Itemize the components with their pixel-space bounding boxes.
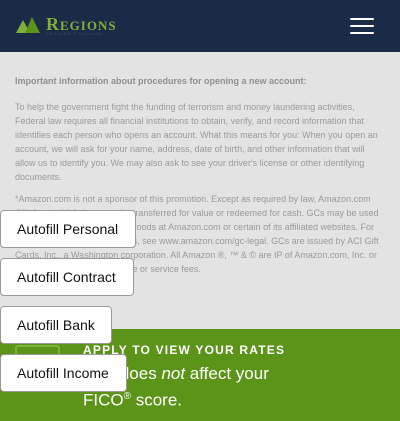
menu-bar — [350, 32, 374, 34]
autofill-income-button[interactable]: Autofill Income — [0, 354, 127, 392]
apply-line1-emphasis: not — [161, 364, 186, 383]
registered-mark: ® — [123, 391, 131, 402]
menu-bar — [350, 18, 374, 20]
apply-line2: FICO — [83, 390, 124, 410]
menu-bar — [350, 25, 374, 27]
disclosure-heading: Important information about procedures f… — [15, 76, 307, 86]
hamburger-menu-icon[interactable] — [350, 18, 374, 34]
site-header: Regions REGIONS FINANCIAL — [0, 0, 400, 52]
apply-line2-after: score. — [130, 390, 183, 410]
apply-line1-after: affect your — [185, 364, 269, 383]
regions-triangle-logo-icon — [16, 16, 40, 33]
disclosure-content: Important information about procedures f… — [15, 74, 387, 284]
autofill-contract-button[interactable]: Autofill Contract — [0, 258, 134, 296]
autofill-bank-button[interactable]: Autofill Bank — [0, 306, 112, 344]
logo-tagline: REGIONS FINANCIAL — [46, 31, 104, 36]
disclosure-paragraph-patriot-act: To help the government fight the funding… — [15, 102, 378, 182]
autofill-personal-button[interactable]: Autofill Personal — [0, 210, 136, 248]
